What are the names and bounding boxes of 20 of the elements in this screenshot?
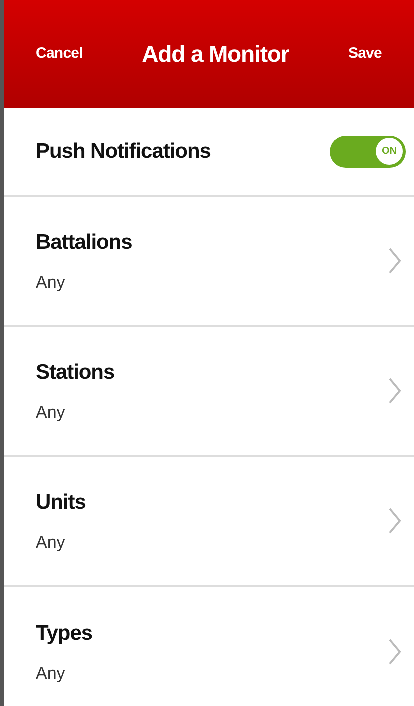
filter-value: Any: [36, 663, 66, 685]
filter-value: Any: [36, 272, 66, 294]
chevron-icon: [388, 638, 402, 666]
filter-row[interactable]: Types Any: [4, 587, 414, 706]
push-notifications-label: Push Notifications: [36, 138, 211, 165]
chevron-icon: [388, 377, 402, 405]
chevron-icon: [388, 247, 402, 275]
cancel-button[interactable]: Cancel: [36, 42, 83, 66]
save-button[interactable]: Save: [348, 42, 382, 66]
filter-value: Any: [36, 402, 66, 424]
page-title: Add a Monitor: [142, 40, 290, 69]
filter-title: Units: [36, 490, 86, 516]
filter-row[interactable]: Battalions Any: [4, 197, 414, 327]
filter-value: Any: [36, 532, 66, 554]
filter-title: Battalions: [36, 230, 132, 256]
filter-title: Types: [36, 620, 93, 646]
filter-title: Stations: [36, 360, 115, 386]
chevron-icon: [388, 507, 402, 535]
filter-row[interactable]: Stations Any: [4, 327, 414, 457]
filter-row[interactable]: Units Any: [4, 457, 414, 587]
